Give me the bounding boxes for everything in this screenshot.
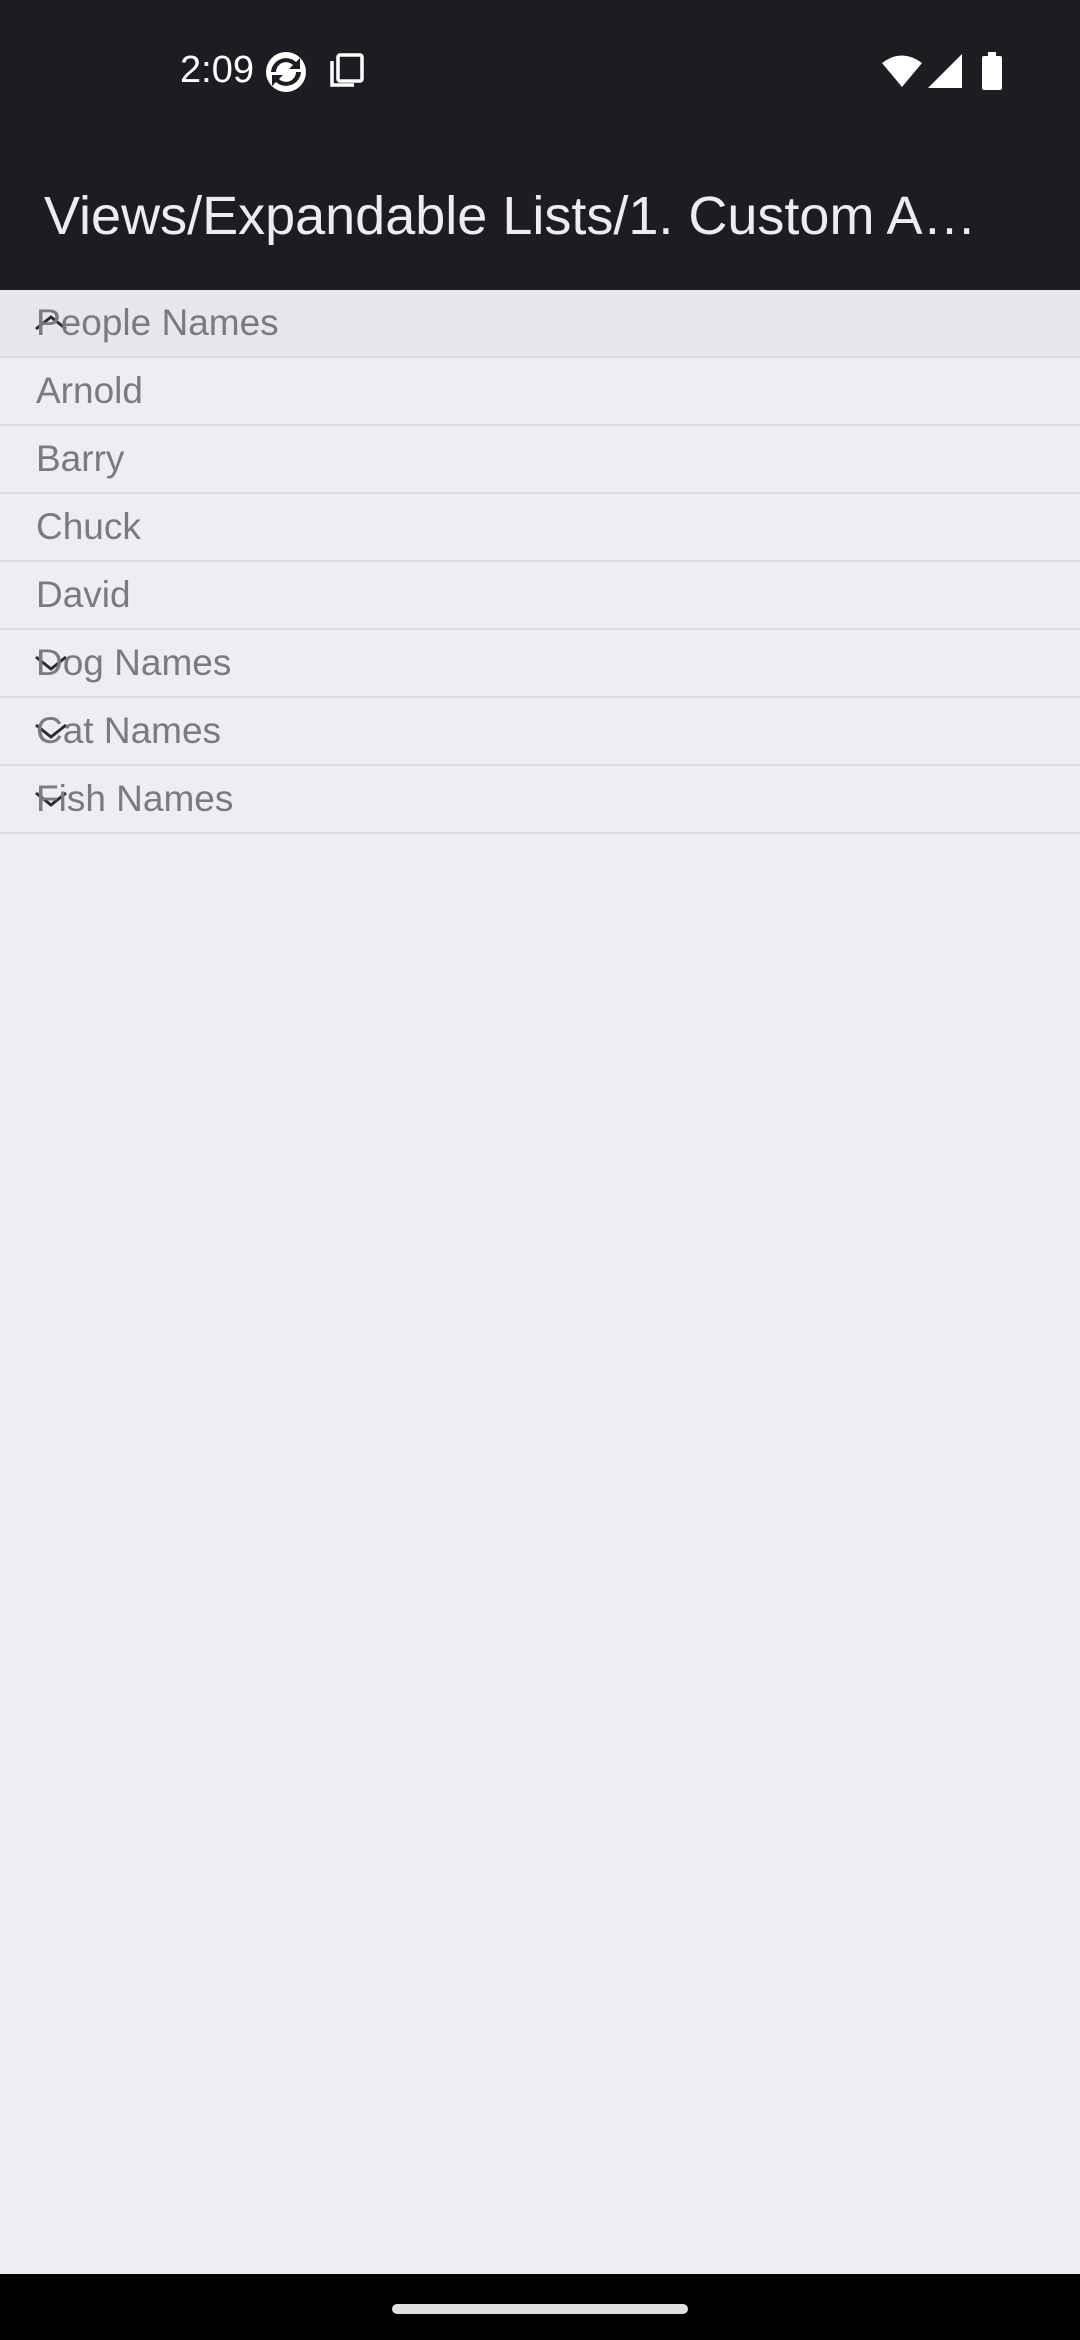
child-barry[interactable]: Barry (0, 426, 1080, 494)
navigation-bar (0, 2274, 1080, 2340)
group-dog-names[interactable]: Dog Names (0, 630, 1080, 698)
group-label: Fish Names (36, 778, 234, 819)
app-bar: Views/Expandable Lists/1. Custom A… (0, 142, 1080, 290)
battery-icon (982, 52, 1002, 90)
status-bar: 2:09 (0, 0, 1080, 142)
child-label: David (36, 574, 131, 615)
home-handle[interactable] (392, 2304, 688, 2314)
child-david[interactable]: David (0, 562, 1080, 630)
group-fish-names[interactable]: Fish Names (0, 766, 1080, 834)
child-chuck[interactable]: Chuck (0, 494, 1080, 562)
page-title: Views/Expandable Lists/1. Custom A… (44, 186, 977, 246)
group-label: Dog Names (36, 642, 232, 683)
cell-signal-icon (928, 54, 962, 88)
group-label: Cat Names (36, 710, 222, 751)
sync-icon (266, 52, 306, 92)
group-label: People Names (36, 302, 279, 343)
child-label: Barry (36, 438, 125, 479)
screenshot-icon (330, 53, 364, 87)
wifi-icon (882, 55, 922, 87)
group-cat-names[interactable]: Cat Names (0, 698, 1080, 766)
child-label: Arnold (36, 370, 143, 411)
status-time: 2:09 (180, 49, 254, 91)
child-arnold[interactable]: Arnold (0, 358, 1080, 426)
expandable-list: People Names Arnold Barry Chuck David Do… (0, 290, 1080, 834)
child-label: Chuck (36, 506, 141, 547)
group-people-names[interactable]: People Names (0, 290, 1080, 358)
